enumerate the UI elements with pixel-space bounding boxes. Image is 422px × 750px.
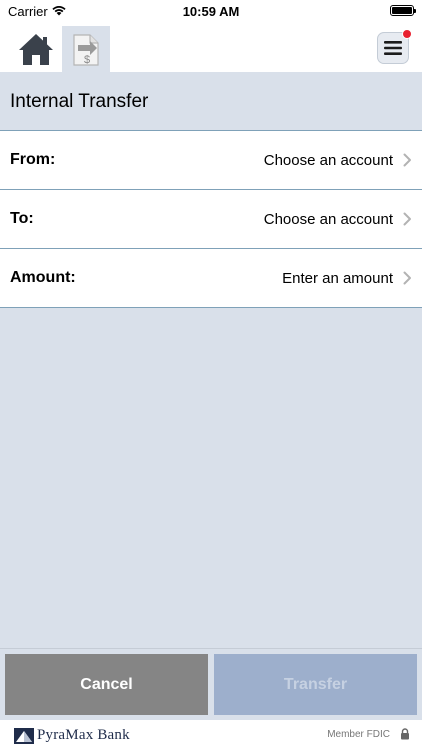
transfer-tab[interactable]: $ <box>62 26 110 72</box>
bank-logo: PyraMax Bank <box>14 727 130 744</box>
amount-value: Enter an amount <box>282 270 393 287</box>
transfer-dollar-icon: $ <box>73 34 99 66</box>
footer: PyraMax Bank Member FDIC <box>0 720 422 750</box>
amount-row[interactable]: Amount: Enter an amount <box>0 249 422 308</box>
clock-time: 10:59 AM <box>182 4 240 19</box>
to-label: To: <box>10 210 34 227</box>
bank-name: PyraMax Bank <box>37 727 130 743</box>
status-bar: Carrier 10:59 AM <box>0 0 422 24</box>
to-account-value: Choose an account <box>263 211 393 228</box>
cancel-button[interactable]: Cancel <box>5 654 208 715</box>
transfer-button[interactable]: Transfer <box>214 654 417 715</box>
notification-badge <box>402 29 412 39</box>
page-header: Internal Transfer <box>0 72 422 131</box>
to-account-row[interactable]: To: Choose an account <box>0 190 422 249</box>
from-account-row[interactable]: From: Choose an account <box>0 131 422 190</box>
battery-icon <box>390 5 416 16</box>
page-title: Internal Transfer <box>10 91 149 112</box>
menu-button[interactable] <box>377 29 412 64</box>
from-label: From: <box>10 151 56 168</box>
chevron-right-icon <box>403 153 411 167</box>
chevron-right-icon <box>403 212 411 226</box>
hamburger-menu-icon <box>384 41 402 55</box>
pyramid-logo-icon <box>14 727 34 744</box>
from-account-value: Choose an account <box>263 152 393 169</box>
amount-label: Amount: <box>10 269 76 286</box>
home-tab[interactable] <box>12 26 60 72</box>
top-navigation-bar: $ <box>0 24 422 72</box>
action-bar: Cancel Transfer <box>0 648 422 720</box>
home-icon <box>19 34 53 65</box>
member-fdic-label: Member FDIC <box>327 729 390 740</box>
lock-icon <box>401 728 409 740</box>
svg-text:$: $ <box>84 54 90 66</box>
chevron-right-icon <box>403 271 411 285</box>
